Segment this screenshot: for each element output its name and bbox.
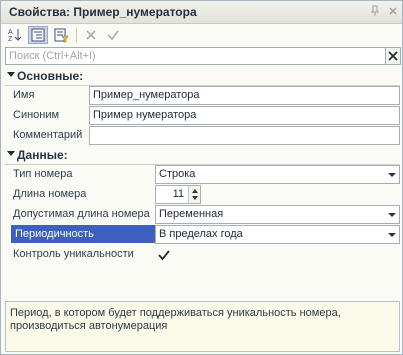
prop-row-periodicity: Периодичность В пределах года	[5, 225, 400, 246]
check-icon[interactable]	[103, 26, 123, 44]
prop-label-comment: Комментарий	[13, 129, 83, 141]
periodicity-select[interactable]: В пределах года	[155, 225, 400, 244]
chevron-down-icon[interactable]	[385, 166, 399, 183]
spinner-icon[interactable]	[188, 186, 200, 203]
number-type-select[interactable]: Строка	[155, 165, 400, 184]
collapse-icon[interactable]	[7, 150, 15, 158]
prop-label-number-length: Длина номера	[13, 188, 87, 200]
sort-alpha-icon[interactable]: A Z	[5, 26, 25, 44]
allowed-length-select[interactable]: Переменная	[155, 205, 400, 224]
clear-icon[interactable]	[81, 26, 101, 44]
properties-window: Свойства: Пример_нумератора A Z Поиск (C…	[0, 0, 403, 355]
prop-row-number-type: Тип номера Строка	[5, 165, 400, 186]
prop-row-comment: Комментарий	[5, 126, 400, 147]
property-list: Основные: Имя Пример_нумератора Синоним …	[5, 67, 400, 297]
close-icon[interactable]	[387, 5, 399, 19]
allowed-length-value: Переменная	[159, 208, 224, 220]
chevron-down-icon[interactable]	[385, 226, 399, 243]
window-title: Свойства: Пример_нумератора	[9, 5, 197, 19]
categories-icon[interactable]	[28, 26, 48, 44]
search-placeholder: Поиск (Ctrl+Alt+I)	[9, 50, 96, 62]
number-length-value: 11	[172, 188, 184, 200]
group-data-label: Данные:	[17, 148, 68, 162]
description-text: Период, в котором будет поддерживаться у…	[10, 307, 341, 332]
prop-label-periodicity: Периодичность	[11, 225, 156, 243]
svg-text:A: A	[8, 29, 13, 36]
group-main-label: Основные:	[17, 69, 84, 83]
prop-row-uniqueness: Контроль уникальности	[5, 245, 400, 266]
synonym-value: Пример нумератора	[93, 109, 197, 121]
prop-label-uniqueness: Контроль уникальности	[13, 248, 134, 260]
prop-label-number-type: Тип номера	[13, 168, 73, 180]
toolbar: A Z	[1, 25, 402, 45]
prop-row-synonym: Синоним Пример нумератора	[5, 106, 400, 127]
prop-label-name: Имя	[13, 89, 35, 101]
periodicity-value: В пределах года	[159, 228, 243, 240]
synonym-field[interactable]: Пример нумератора	[89, 106, 400, 125]
prop-row-number-length: Длина номера 11	[5, 185, 400, 206]
title-bar: Свойства: Пример_нумератора	[1, 1, 402, 24]
prop-label-synonym: Синоним	[13, 109, 60, 121]
comment-field[interactable]	[89, 126, 400, 145]
name-value: Пример_нумератора	[93, 89, 200, 101]
search-clear-button[interactable]	[385, 47, 401, 65]
pin-icon[interactable]	[369, 5, 381, 19]
uniqueness-checkbox[interactable]	[157, 248, 171, 262]
search-input[interactable]: Поиск (Ctrl+Alt+I)	[5, 47, 386, 65]
toolbar-separator	[76, 28, 77, 42]
description-panel: Период, в котором будет поддерживаться у…	[5, 301, 400, 352]
prop-row-name: Имя Пример_нумератора	[5, 86, 400, 107]
number-type-value: Строка	[159, 168, 196, 180]
svg-text:Z: Z	[8, 36, 13, 43]
prop-row-allowed-length: Допустимая длина номера Переменная	[5, 205, 400, 226]
prop-label-allowed-length: Допустимая длина номера	[13, 208, 150, 220]
filter-icon[interactable]	[51, 26, 71, 44]
chevron-down-icon[interactable]	[385, 206, 399, 223]
name-field[interactable]: Пример_нумератора	[89, 86, 400, 105]
collapse-icon[interactable]	[7, 71, 15, 79]
number-length-stepper[interactable]: 11	[155, 185, 201, 204]
